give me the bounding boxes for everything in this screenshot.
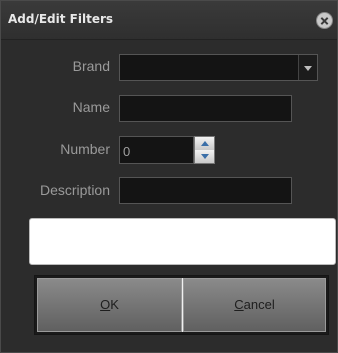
button-panel: OK Cancel [34,275,329,335]
chevron-down-icon[interactable] [195,150,214,163]
description-label: Description [39,182,110,198]
chevron-down-icon[interactable] [298,55,317,80]
number-value: 0 [123,144,131,159]
name-field[interactable] [119,95,292,122]
description-field[interactable] [119,177,292,204]
preview-area [29,218,336,265]
title-bar[interactable]: Add/Edit Filters [1,1,337,40]
number-spinner[interactable] [194,136,215,164]
add-edit-filters-dialog: Add/Edit Filters Brand Name Number 0 Des… [0,0,338,353]
ok-button[interactable]: OK [37,278,182,332]
name-label: Name [72,99,110,115]
close-icon[interactable] [316,12,333,29]
dialog-title: Add/Edit Filters [8,12,114,26]
brand-label: Brand [72,58,110,74]
number-field[interactable]: 0 [119,136,194,164]
chevron-up-icon[interactable] [195,137,214,151]
number-label: Number [60,141,110,157]
ok-label: K [110,297,119,312]
cancel-button[interactable]: Cancel [183,278,326,332]
cancel-mnemonic: C [234,297,244,312]
brand-dropdown[interactable] [119,54,318,81]
cancel-label: ancel [243,297,275,312]
ok-mnemonic: O [100,297,111,312]
